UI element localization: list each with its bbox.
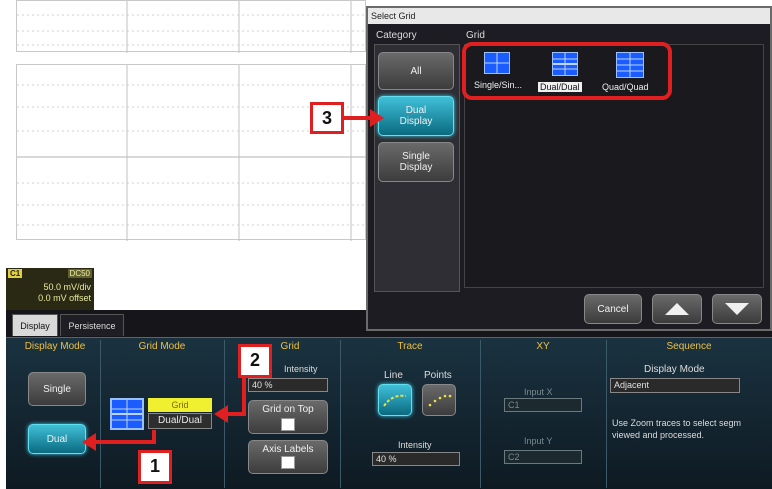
category-dual-line-2: Display [399, 116, 433, 127]
trace-points-label: Points [424, 370, 452, 381]
dual-grid-icon [110, 398, 144, 430]
axis-labels-checkbox[interactable] [281, 456, 295, 469]
category-dual-display-button[interactable]: Dual Display [378, 96, 454, 136]
category-header: Category [376, 30, 417, 41]
category-all-button[interactable]: All [378, 52, 454, 90]
trace-intensity-field[interactable]: 40 % [372, 452, 460, 466]
coupling-label: DC50 [67, 269, 92, 278]
input-y-label: Input Y [524, 436, 553, 446]
grid-intensity-field[interactable]: 40 % [248, 378, 328, 392]
input-x-field[interactable]: C1 [504, 398, 582, 412]
sequence-title: Sequence [666, 341, 712, 352]
channel-label: C1 [8, 269, 23, 278]
dual-grid-icon-lines [112, 400, 142, 428]
trace-title: Trace [397, 341, 423, 352]
tab-display[interactable]: Display [12, 314, 58, 336]
callout-3-arrow [342, 109, 384, 127]
display-mode-title: Display Mode [24, 341, 86, 352]
callout-3: 3 [310, 102, 344, 134]
input-x-label: Input X [524, 387, 553, 397]
tab-persistence[interactable]: Persistence [60, 314, 124, 336]
input-y-field[interactable]: C2 [504, 450, 582, 464]
channel-descriptor-badge[interactable]: C1 DC50 50.0 mV/div 0.0 mV offset [6, 268, 94, 310]
offset-value: 0.0 mV offset [38, 293, 91, 303]
line-trace-icon [383, 394, 407, 407]
lower-grid-lines [17, 65, 367, 241]
cancel-button[interactable]: Cancel [584, 294, 642, 324]
points-trace-icon [428, 394, 452, 407]
triangle-up-icon [665, 303, 689, 315]
sequence-help-line-1: Use Zoom traces to select segm [612, 418, 742, 428]
dual-mode-button[interactable]: Dual [28, 424, 86, 454]
callout-2-arrow [214, 376, 246, 423]
lower-grid [16, 64, 367, 241]
category-dual-line-1: Dual [405, 105, 427, 116]
callout-2: 2 [238, 344, 272, 378]
section-divider [340, 340, 341, 488]
section-divider [606, 340, 607, 488]
grid-mode-control[interactable]: Grid Dual/Dual [110, 398, 214, 432]
scroll-down-button[interactable] [712, 294, 762, 324]
scroll-up-button[interactable] [652, 294, 702, 324]
trace-line-label: Line [384, 370, 403, 381]
trace-line-button[interactable] [378, 384, 412, 416]
dialog-title: Select Grid [368, 8, 770, 24]
category-single-display-button[interactable]: Single Display [378, 142, 454, 182]
grid-on-top-checkbox[interactable] [281, 418, 295, 431]
trace-points-button[interactable] [422, 384, 456, 416]
upper-grid [16, 0, 367, 53]
triangle-down-icon [725, 303, 749, 315]
category-single-line-1: Single [402, 151, 430, 162]
grid-mode-tag: Grid [148, 398, 212, 412]
xy-title: XY [536, 341, 550, 352]
grid-on-top-label: Grid on Top [262, 404, 314, 415]
grid-mode-title: Grid Mode [138, 341, 186, 352]
callout-1-arrow [82, 430, 156, 451]
volts-per-div: 50.0 mV/div [43, 282, 91, 292]
grid-header: Grid [466, 30, 485, 41]
grid-intensity-label: Intensity [284, 364, 318, 374]
sequence-help-line-2: viewed and processed. [612, 430, 705, 440]
sequence-display-mode-label: Display Mode [644, 364, 705, 375]
category-single-line-2: Display [399, 162, 433, 173]
callout-1: 1 [138, 450, 172, 484]
section-divider [480, 340, 481, 488]
grid-mode-value: Dual/Dual [148, 413, 212, 429]
axis-labels-label: Axis Labels [262, 444, 314, 455]
grid-options-highlight [462, 42, 672, 100]
section-divider [100, 340, 101, 488]
grid-title: Grid [280, 341, 300, 352]
single-mode-button[interactable]: Single [28, 372, 86, 406]
trace-intensity-label: Intensity [398, 440, 432, 450]
sequence-display-mode-field[interactable]: Adjacent [610, 378, 740, 393]
upper-grid-lines [17, 1, 367, 53]
